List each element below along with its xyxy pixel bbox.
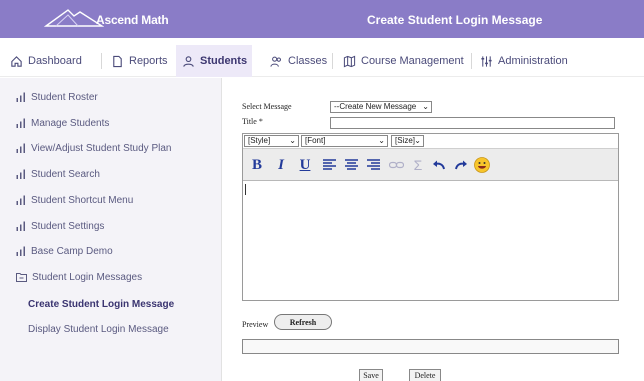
title-input[interactable] bbox=[330, 117, 615, 129]
refresh-button[interactable]: Refresh bbox=[274, 314, 332, 330]
size-dropdown[interactable]: [Size] ⌄ bbox=[391, 135, 424, 147]
nav-course-management[interactable]: Course Management bbox=[343, 45, 464, 77]
sidebar-subitem-create-message[interactable]: Create Student Login Message bbox=[28, 299, 174, 310]
nav-students[interactable]: Students bbox=[176, 45, 252, 77]
preview-label: Preview bbox=[242, 320, 269, 329]
align-left-button[interactable] bbox=[321, 155, 337, 175]
italic-button[interactable]: I bbox=[273, 155, 289, 175]
bar-chart-icon bbox=[16, 246, 25, 256]
sidebar-item-student-search[interactable]: Student Search bbox=[16, 166, 100, 182]
sidebar-item-label: Student Shortcut Menu bbox=[31, 194, 134, 206]
redo-button[interactable] bbox=[453, 155, 469, 175]
sidebar-subitem-display-message[interactable]: Display Student Login Message bbox=[28, 324, 169, 335]
sigma-icon: Σ bbox=[413, 157, 423, 173]
sidebar-item-label: Manage Students bbox=[31, 117, 110, 129]
align-left-icon bbox=[322, 159, 336, 170]
align-center-button[interactable] bbox=[343, 155, 359, 175]
nav-administration[interactable]: Administration bbox=[480, 45, 568, 77]
style-dropdown-value: [Style] bbox=[248, 136, 271, 145]
sidebar-item-student-roster[interactable]: Student Roster bbox=[16, 89, 98, 105]
folder-minus-icon bbox=[16, 273, 27, 282]
nav-dashboard-label: Dashboard bbox=[28, 55, 82, 67]
map-icon bbox=[343, 55, 356, 67]
chevron-down-icon: ⌄ bbox=[414, 136, 421, 145]
save-button[interactable]: Save bbox=[359, 369, 383, 381]
underline-button[interactable]: U bbox=[297, 155, 313, 175]
font-dropdown-value: [Font] bbox=[305, 136, 326, 145]
editor-button-toolbar: B I U Σ bbox=[243, 149, 618, 181]
nav-reports[interactable]: Reports bbox=[111, 45, 168, 77]
align-right-icon bbox=[366, 159, 380, 170]
sidebar-item-label: Student Login Messages bbox=[32, 271, 143, 283]
sidebar-item-login-messages[interactable]: Student Login Messages bbox=[16, 269, 142, 285]
preview-box bbox=[242, 339, 619, 354]
chevron-down-icon: ⌄ bbox=[422, 102, 429, 111]
emoji-button[interactable] bbox=[473, 155, 491, 175]
sidebar-item-shortcut-menu[interactable]: Student Shortcut Menu bbox=[16, 192, 133, 208]
undo-button[interactable] bbox=[431, 155, 447, 175]
nav-students-label: Students bbox=[200, 55, 248, 67]
chevron-down-icon: ⌄ bbox=[378, 136, 385, 145]
size-dropdown-value: [Size] bbox=[395, 136, 416, 145]
page-title: Create Student Login Message bbox=[367, 13, 543, 27]
align-right-button[interactable] bbox=[365, 155, 381, 175]
bar-chart-icon bbox=[16, 92, 25, 102]
sidebar-item-label: Base Camp Demo bbox=[31, 245, 113, 257]
sidebar: Student Roster Manage Students View/Adju… bbox=[0, 78, 222, 381]
sidebar-item-study-plan[interactable]: View/Adjust Student Study Plan bbox=[16, 140, 171, 156]
select-message-dropdown[interactable]: --Create New Message ⌄ bbox=[330, 101, 432, 113]
link-icon bbox=[388, 161, 404, 169]
document-icon bbox=[113, 55, 122, 67]
redo-icon bbox=[455, 160, 467, 170]
sidebar-item-base-camp-demo[interactable]: Base Camp Demo bbox=[16, 243, 113, 259]
nav-divider bbox=[332, 53, 333, 69]
sliders-icon bbox=[481, 55, 492, 67]
style-dropdown[interactable]: [Style] ⌄ bbox=[244, 135, 299, 147]
delete-button[interactable]: Delete bbox=[409, 369, 441, 381]
bar-chart-icon bbox=[16, 118, 25, 128]
nav-dashboard[interactable]: Dashboard bbox=[10, 45, 82, 77]
title-label: Title * bbox=[242, 117, 263, 126]
chevron-down-icon: ⌄ bbox=[289, 136, 296, 145]
bar-chart-icon bbox=[16, 195, 25, 205]
bar-chart-icon bbox=[16, 143, 25, 153]
home-icon bbox=[11, 55, 22, 67]
bar-chart-icon bbox=[16, 169, 25, 179]
nav-reports-label: Reports bbox=[129, 55, 168, 67]
nav-divider bbox=[471, 53, 472, 69]
sidebar-item-label: Student Search bbox=[31, 168, 100, 180]
app-header: Ascend Math Create Student Login Message bbox=[0, 0, 644, 38]
editor-format-toolbar: [Style] ⌄ [Font] ⌄ [Size] ⌄ bbox=[243, 134, 618, 149]
select-message-value: --Create New Message bbox=[334, 102, 417, 111]
person-icon bbox=[183, 55, 194, 67]
smiley-icon bbox=[474, 157, 490, 173]
sidebar-item-label: Student Settings bbox=[31, 220, 105, 232]
brand-name: Ascend Math bbox=[96, 13, 169, 27]
nav-classes-label: Classes bbox=[288, 55, 328, 67]
nav-classes[interactable]: Classes bbox=[270, 45, 327, 77]
nav-course-management-label: Course Management bbox=[361, 55, 464, 67]
sidebar-item-label: View/Adjust Student Study Plan bbox=[31, 142, 172, 154]
nav-divider bbox=[101, 53, 102, 69]
sidebar-item-label: Student Roster bbox=[31, 91, 98, 103]
mountain-logo-icon bbox=[44, 9, 104, 27]
sidebar-item-manage-students[interactable]: Manage Students bbox=[16, 115, 109, 131]
editor-content-area[interactable] bbox=[243, 182, 618, 300]
sidebar-item-student-settings[interactable]: Student Settings bbox=[16, 218, 104, 234]
top-nav: Dashboard Reports Students Classes Cours… bbox=[0, 45, 644, 77]
select-message-label: Select Message bbox=[242, 102, 292, 111]
nav-administration-label: Administration bbox=[498, 55, 568, 67]
bold-button[interactable]: B bbox=[249, 155, 265, 175]
align-center-icon bbox=[344, 159, 358, 170]
undo-icon bbox=[433, 160, 445, 170]
bar-chart-icon bbox=[16, 221, 25, 231]
rich-text-editor: [Style] ⌄ [Font] ⌄ [Size] ⌄ B I U Σ bbox=[242, 133, 619, 301]
sum-button[interactable]: Σ bbox=[411, 155, 425, 175]
font-dropdown[interactable]: [Font] ⌄ bbox=[301, 135, 388, 147]
link-button[interactable] bbox=[387, 155, 405, 175]
people-icon bbox=[270, 56, 282, 67]
